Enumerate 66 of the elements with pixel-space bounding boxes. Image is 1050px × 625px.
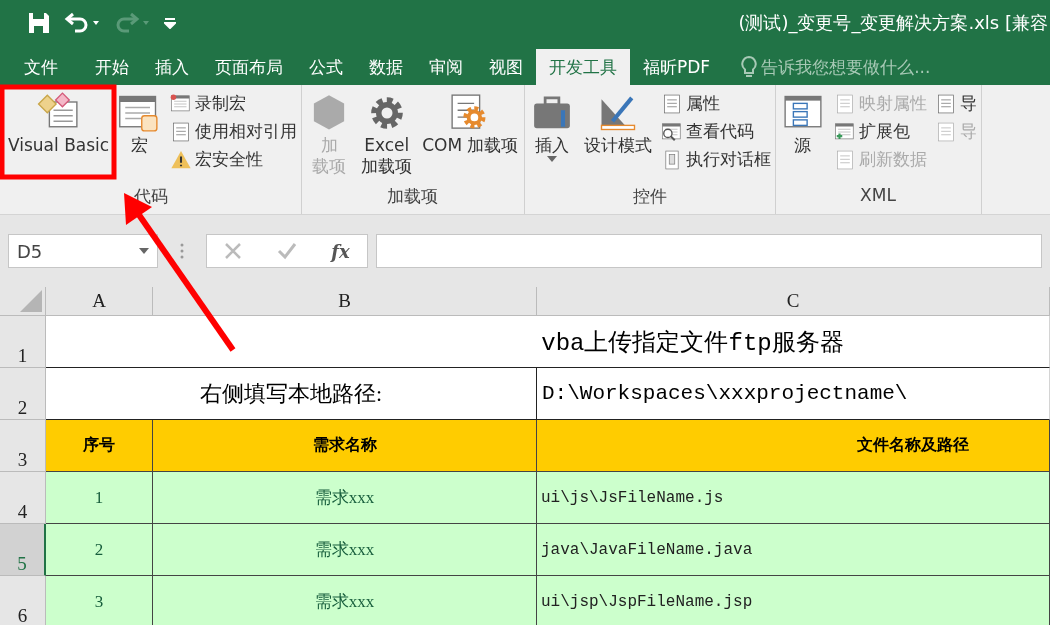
column-heading: 需求名称 xyxy=(153,420,537,472)
ribbon-tab[interactable]: 审阅 xyxy=(416,49,476,85)
group-label: 加载项 xyxy=(386,185,440,208)
ribbon-tab[interactable]: 文件 xyxy=(0,49,82,85)
ribbon-button[interactable]: 导 xyxy=(932,91,979,116)
select-all-icon[interactable] xyxy=(20,290,42,312)
ribbon-button[interactable]: 宏安全性 xyxy=(168,147,300,172)
ribbon-button[interactable]: 属性 xyxy=(658,91,773,116)
column-heading: 文件名称及路径 xyxy=(537,420,1050,472)
ribbon-tab[interactable]: 页面布局 xyxy=(202,49,296,85)
save-icon[interactable] xyxy=(28,11,50,34)
drag-handle-icon[interactable] xyxy=(180,243,184,259)
table-cell: 需求xxx xyxy=(153,576,537,625)
row-header[interactable]: 4 xyxy=(0,472,46,524)
table-cell: ui\js\JsFileName.js xyxy=(537,472,1050,524)
ribbon-button[interactable]: COM 加载项 xyxy=(419,89,522,185)
table-cell: 需求xxx xyxy=(153,524,537,576)
ribbon-tab[interactable]: 数据 xyxy=(356,49,416,85)
ribbon-tab[interactable]: 插入 xyxy=(142,49,202,85)
ribbon-button[interactable]: 宏 xyxy=(114,89,165,185)
name-box[interactable]: D5 xyxy=(8,234,158,268)
ribbon-tab[interactable]: 福昕PDF xyxy=(630,49,724,85)
ribbon-button[interactable]: Visual Basic xyxy=(2,89,111,185)
ribbon-tab[interactable]: 开始 xyxy=(82,49,142,85)
insert-function-button[interactable]: fx xyxy=(331,240,350,262)
column-header[interactable]: B xyxy=(153,287,537,316)
ribbon-button[interactable]: 执行对话框 xyxy=(658,147,773,172)
ribbon-button[interactable]: 使用相对引用 xyxy=(168,119,300,144)
customize-icon[interactable] xyxy=(164,16,176,29)
table-cell: 2 xyxy=(46,524,153,576)
row-header[interactable]: 1 xyxy=(0,316,46,368)
column-header[interactable]: C xyxy=(537,287,1050,316)
column-heading: 序号 xyxy=(46,420,153,472)
table-cell: 3 xyxy=(46,576,153,625)
table-cell: ui\jsp\JspFileName.jsp xyxy=(537,576,1050,625)
window-title: (测试)_变更号_变更解决方案.xls [兼容 xyxy=(738,10,1049,35)
formula-field[interactable] xyxy=(376,234,1042,268)
redo-icon xyxy=(114,11,150,34)
group-label: 控件 xyxy=(631,185,668,208)
row-header[interactable]: 5 xyxy=(0,524,46,576)
row-header[interactable]: 3 xyxy=(0,420,46,472)
undo-icon[interactable] xyxy=(64,11,100,34)
ribbon-button[interactable]: Excel 加载项 xyxy=(358,89,416,185)
row-header[interactable]: 6 xyxy=(0,576,46,625)
lightbulb-icon xyxy=(741,56,758,78)
record-icon xyxy=(170,92,193,115)
group-label: XML xyxy=(859,185,897,205)
magnifier-icon xyxy=(660,120,683,143)
check-icon[interactable] xyxy=(276,242,297,260)
ribbon-tab[interactable]: 公式 xyxy=(296,49,356,85)
caret-icon xyxy=(139,248,149,254)
table-cell: 需求xxx xyxy=(153,472,537,524)
table-cell: 1 xyxy=(46,472,153,524)
ribbon-button[interactable]: 源 xyxy=(777,89,828,185)
column-header[interactable]: A xyxy=(46,287,153,316)
table-cell: java\JavaFileName.java xyxy=(537,524,1050,576)
ribbon-tab[interactable]: 开发工具 xyxy=(536,49,630,85)
ribbon-button[interactable]: 插入 xyxy=(526,89,577,185)
ribbon-tab[interactable]: 视图 xyxy=(476,49,536,85)
row-header[interactable]: 2 xyxy=(0,368,46,420)
ribbon-button[interactable]: 扩展包 xyxy=(831,119,929,144)
cancel-icon[interactable] xyxy=(224,242,243,260)
sheet-title: vba上传指定文件ftp服务器 xyxy=(46,316,1050,368)
ribbon-button[interactable]: 查看代码 xyxy=(658,119,773,144)
ribbon-button[interactable]: 录制宏 xyxy=(168,91,300,116)
ribbon-button[interactable]: 设计模式 xyxy=(580,89,655,185)
